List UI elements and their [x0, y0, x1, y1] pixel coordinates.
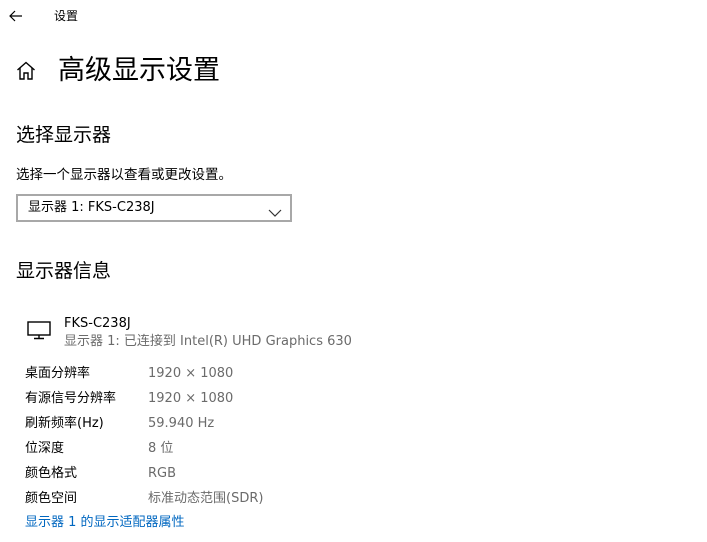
back-button[interactable]	[0, 0, 32, 32]
info-row-desktop-resolution: 桌面分辨率 1920 × 1080	[0, 362, 707, 386]
info-label: 颜色格式	[25, 466, 78, 481]
info-row-color-format: 颜色格式 RGB	[0, 462, 707, 486]
info-value: 标准动态范围(SDR)	[148, 491, 264, 506]
back-arrow-icon	[9, 7, 23, 26]
info-label: 位深度	[25, 441, 65, 456]
info-row-active-signal-resolution: 有源信号分辨率 1920 × 1080	[0, 387, 707, 411]
page-title: 高级显示设置	[58, 55, 220, 86]
info-label: 桌面分辨率	[25, 366, 91, 381]
chevron-down-icon	[268, 203, 282, 217]
select-display-heading: 选择显示器	[16, 124, 112, 146]
display-info-heading: 显示器信息	[16, 260, 112, 282]
monitor-icon	[26, 319, 52, 341]
display-adapter-properties-link[interactable]: 显示器 1 的显示适配器属性	[25, 513, 185, 533]
home-icon[interactable]	[14, 59, 38, 83]
window-title: 设置	[54, 9, 79, 23]
monitor-name: FKS-C238J	[64, 316, 131, 331]
info-row-refresh-rate: 刷新频率(Hz) 59.940 Hz	[0, 412, 707, 436]
info-value: 59.940 Hz	[148, 416, 215, 431]
info-label: 刷新频率(Hz)	[25, 416, 104, 431]
info-label: 有源信号分辨率	[25, 391, 117, 406]
display-select-value: 显示器 1: FKS-C238J	[28, 200, 155, 215]
info-value: RGB	[148, 466, 177, 481]
monitor-connection: 显示器 1: 已连接到 Intel(R) UHD Graphics 630	[64, 334, 352, 349]
display-select-dropdown[interactable]: 显示器 1: FKS-C238J	[16, 194, 292, 222]
info-value: 1920 × 1080	[148, 366, 234, 381]
info-row-color-space: 颜色空间 标准动态范围(SDR)	[0, 487, 707, 511]
info-label: 颜色空间	[25, 491, 78, 506]
info-value: 8 位	[148, 441, 174, 456]
select-display-hint: 选择一个显示器以查看或更改设置。	[16, 167, 232, 183]
info-value: 1920 × 1080	[148, 391, 234, 406]
info-row-bit-depth: 位深度 8 位	[0, 437, 707, 461]
